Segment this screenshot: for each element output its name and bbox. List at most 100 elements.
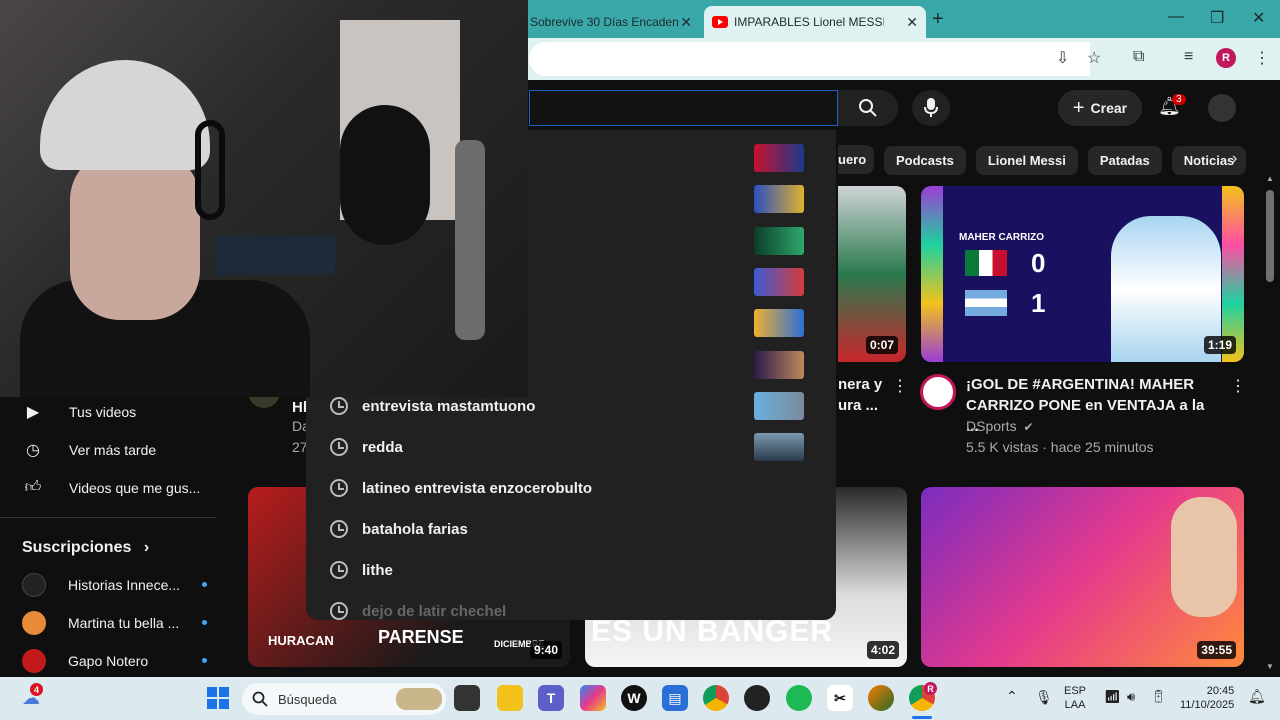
suggestion-thumbnail[interactable] — [754, 144, 804, 172]
language-code: ESP — [1064, 685, 1087, 697]
score-argentina: 1 — [1031, 288, 1046, 318]
suggestion-thumbnail[interactable] — [754, 392, 804, 420]
volume-icon[interactable]: 🔊︎ — [1127, 690, 1135, 704]
close-icon[interactable]: ✕ — [906, 14, 918, 31]
suggestion-item[interactable]: entrevista mastamtuono — [330, 397, 535, 415]
chrome-icon[interactable] — [703, 685, 729, 711]
spotify-icon[interactable] — [786, 685, 812, 711]
taskbar-search[interactable]: Búsqueda — [242, 683, 446, 715]
video-thumbnail[interactable]: 39:55 — [921, 487, 1244, 667]
channel-name[interactable]: DSports ✔ — [966, 418, 1034, 434]
clock-date: 11/10/2025 — [1180, 699, 1235, 711]
more-options-icon[interactable]: ⋮ — [1230, 376, 1246, 396]
subscription-label: Gapo Notero — [68, 653, 149, 669]
suggestion-thumbnail[interactable] — [754, 309, 804, 337]
microphone-icon[interactable]: 🎙︎ — [1035, 690, 1053, 704]
restore-icon[interactable]: ❐ — [1210, 8, 1224, 28]
menu-dots-icon[interactable]: ⋮ — [1254, 48, 1270, 68]
suggestion-item[interactable]: latineo entrevista enzocerobulto — [330, 479, 592, 497]
tab-messi[interactable]: IMPARABLES Lionel MESSI marc ✕ — [704, 6, 926, 38]
clock[interactable]: 20:45 11/10/2025 — [1180, 684, 1234, 712]
copilot-icon[interactable] — [580, 685, 606, 711]
subscription-item[interactable]: Historias Innece... — [22, 573, 207, 597]
taskbar-search-placeholder: Búsqueda — [278, 691, 337, 707]
start-button[interactable] — [205, 685, 231, 711]
scroll-down-icon[interactable]: ▼ — [1266, 662, 1274, 671]
suggestion-thumbnail[interactable] — [754, 433, 804, 461]
video-thumbnail[interactable]: 0:07 — [838, 186, 906, 362]
account-avatar[interactable] — [1208, 94, 1236, 122]
scoreboard-player: MAHER CARRIZO — [959, 232, 1044, 243]
extensions-icon[interactable]: ⧉ — [1133, 48, 1144, 66]
notification-center-icon[interactable]: 🔔︎ — [1248, 689, 1266, 703]
subscription-label: Martina tu bella ... — [68, 615, 180, 631]
subscription-item[interactable]: Gapo Notero — [22, 649, 207, 673]
file-explorer-icon[interactable] — [497, 685, 523, 711]
wps-icon[interactable]: W — [621, 685, 647, 711]
tab-sobrevive[interactable]: Sobrevive 30 Días Encadenа ✕ — [528, 6, 700, 38]
video-title-partial[interactable]: Hl — [292, 397, 307, 418]
suggestion-item[interactable]: batahola farias — [330, 520, 468, 538]
new-tab-icon[interactable]: + — [932, 8, 944, 31]
sidebar-item-liked-videos[interactable]: 👍︎ Videos que me gus... — [22, 478, 201, 497]
minimize-icon[interactable]: — — [1168, 8, 1184, 26]
capcut-icon[interactable] — [744, 685, 770, 711]
bookmark-star-icon[interactable]: ☆ — [1087, 48, 1101, 68]
sidebar-item-label: Ver más tarde — [69, 442, 157, 458]
language-indicator[interactable]: ESP LAA — [1064, 684, 1086, 712]
suggestion-item[interactable]: redda — [330, 438, 403, 456]
create-button[interactable]: + Crear — [1058, 90, 1142, 126]
suggestion-thumbnail[interactable] — [754, 227, 804, 255]
clock-time: 20:45 — [1206, 685, 1235, 697]
thumbnail-text-parense: PARENSE — [378, 627, 464, 647]
webcam-mic-stand — [455, 140, 485, 340]
search-input[interactable] — [529, 90, 838, 126]
suggestion-thumbnail[interactable] — [754, 268, 804, 296]
teams-icon[interactable]: T — [538, 685, 564, 711]
video-title[interactable]: nera y ura ... — [838, 374, 898, 416]
more-options-icon[interactable]: ⋮ — [892, 376, 908, 396]
history-icon — [330, 397, 348, 415]
install-app-icon[interactable]: ⇩ — [1056, 48, 1069, 68]
microphone-icon — [924, 98, 938, 117]
chip-partial[interactable]: uero — [838, 145, 875, 174]
suggestion-text: lithe — [362, 561, 393, 579]
wifi-icon[interactable]: 📶︎ — [1104, 690, 1121, 704]
suggestion-item[interactable]: lithe — [330, 561, 393, 579]
close-icon[interactable]: ✕ — [680, 14, 692, 31]
suggestion-thumbnail[interactable] — [754, 351, 804, 379]
page-scrollbar[interactable] — [1266, 190, 1274, 282]
chip-patadas[interactable]: Patadas — [1087, 145, 1162, 175]
battery-icon[interactable]: 🔋︎ — [1150, 690, 1167, 704]
video-thumbnail[interactable]: MAHER CARRIZO 0 1 1:19 — [921, 186, 1244, 362]
search-button[interactable] — [838, 90, 898, 126]
suggestion-thumbnail[interactable] — [754, 185, 804, 213]
chip-podcasts[interactable]: Podcasts — [884, 145, 966, 175]
address-bar[interactable] — [529, 42, 1090, 76]
profile-avatar[interactable]: R — [1216, 48, 1236, 68]
play-square-icon: ▶ — [26, 404, 40, 421]
suggestion-item[interactable]: dejo de latir chechel — [330, 602, 506, 620]
video-duration: 4:02 — [866, 641, 899, 659]
capcut-editor-icon[interactable]: ✂ — [827, 685, 853, 711]
chip-lionel-messi[interactable]: Lionel Messi — [975, 145, 1078, 175]
media-control-icon[interactable]: ≡ — [1184, 48, 1193, 66]
voice-search-button[interactable] — [912, 90, 950, 126]
suggestion-text: latineo entrevista enzocerobulto — [362, 479, 593, 497]
webcam-overlay — [0, 0, 528, 397]
game-app-icon[interactable] — [868, 685, 894, 711]
channel-avatar[interactable] — [920, 374, 956, 410]
subscriptions-heading[interactable]: Suscripciones › — [22, 539, 149, 557]
tab-title: IMPARABLES Lionel MESSI marc — [734, 15, 884, 29]
scroll-up-icon[interactable]: ▲ — [1266, 174, 1274, 183]
task-view-icon[interactable] — [454, 685, 480, 711]
notepad-icon[interactable]: ▤ — [662, 685, 688, 711]
subscription-label: Historias Innece... — [68, 577, 181, 593]
chevron-up-icon[interactable]: ⌃ — [1006, 689, 1018, 703]
windows-taskbar: ☁ 4 Búsqueda T W ▤ ✂ R ⌃ 🎙︎ ESP LAA 📶︎ 🔊… — [0, 677, 1280, 720]
chevron-right-icon[interactable]: › — [1232, 150, 1237, 168]
window-close-icon[interactable]: ✕ — [1252, 8, 1265, 28]
sidebar-item-your-videos[interactable]: ▶ Tus videos — [22, 402, 136, 422]
sidebar-item-watch-later[interactable]: ◷ Ver más tarde — [22, 440, 156, 460]
subscription-item[interactable]: Martina tu bella ... — [22, 611, 207, 635]
